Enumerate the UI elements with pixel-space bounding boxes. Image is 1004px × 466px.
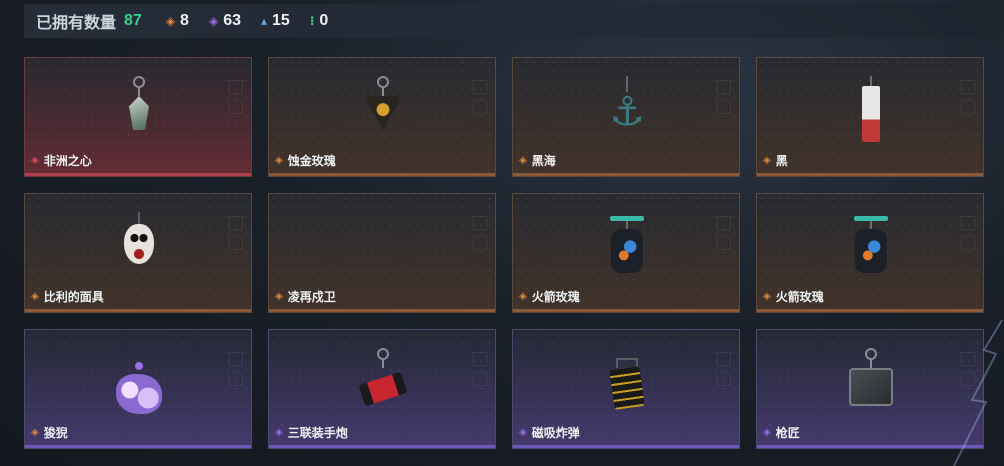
charm-label: ◈ 火箭玫瑰 <box>519 288 580 305</box>
charm-label: ◈ 非洲之心 <box>31 152 92 169</box>
rarity-gem-icon: ◈ <box>519 291 527 302</box>
charm-name: 枪匠 <box>775 426 800 440</box>
charm-label: ◈ 火箭玫瑰 <box>763 288 824 305</box>
rocket-rose-charm-icon <box>841 212 901 296</box>
gold-rose-charm-icon <box>353 76 413 160</box>
gunsmith-tag-charm-icon <box>841 348 901 432</box>
orange-gem-icon: ◈ <box>165 14 176 28</box>
charm-name: 磁吸炸弹 <box>531 426 580 440</box>
blue-gem-icon: ▴ <box>260 14 268 28</box>
rarity-gem-icon: ◈ <box>519 155 527 166</box>
rarity-gem-icon: ◈ <box>31 427 39 438</box>
charm-card[interactable]: ◈ 火箭玫瑰 <box>512 193 740 313</box>
rarity-gem-icon: ◈ <box>275 155 283 166</box>
lightning-decoration-icon <box>953 320 1003 466</box>
purple-gem-icon: ◈ <box>208 14 219 28</box>
charm-card[interactable]: ◈ 狻猊 <box>24 329 252 449</box>
charm-label: ◈ 磁吸炸弹 <box>519 424 580 441</box>
lion-charm-icon <box>109 348 169 432</box>
charm-card[interactable]: ◈ 火箭玫瑰 <box>756 193 984 313</box>
rarity-gem-icon: ◈ <box>519 427 527 438</box>
charm-name: 非洲之心 <box>43 154 92 168</box>
charm-grid: ◈ 非洲之心 ◈ 蚀金玫瑰 ⚓ ◈ 黑海 ◈ 黑 ◈ 比利的面具 ◈ 凌再戍卫 … <box>24 57 984 449</box>
rarity-gem-icon: ◈ <box>763 155 771 166</box>
charm-name: 比利的面具 <box>43 290 104 304</box>
charm-name: 火箭玫瑰 <box>531 290 580 304</box>
charm-name: 黑海 <box>531 154 556 168</box>
rarity-gem-icon: ◈ <box>763 291 771 302</box>
charm-name: 狻猊 <box>43 426 68 440</box>
inventory-summary-bar: 已拥有数量 87 ◈ 8 ◈ 63 ▴ 15 ⁝ 0 <box>24 4 998 38</box>
charm-label: ◈ 狻猊 <box>31 424 68 441</box>
green-gem-icon: ⁝ <box>309 14 315 28</box>
purple-rarity-count: ◈ 63 <box>209 12 241 30</box>
orange-count-value: 8 <box>180 12 189 29</box>
empty-charm-icon <box>353 212 413 296</box>
card-charm-icon <box>841 76 901 160</box>
charm-name: 火箭玫瑰 <box>775 290 824 304</box>
charm-card[interactable]: ◈ 非洲之心 <box>24 57 252 177</box>
charm-label: ◈ 三联装手炮 <box>275 424 348 441</box>
green-count-value: 0 <box>319 12 329 29</box>
charm-name: 黑 <box>775 154 788 168</box>
owned-count-label: 已拥有数量 <box>36 15 117 32</box>
charm-label: ◈ 蚀金玫瑰 <box>275 152 336 169</box>
charm-card[interactable]: ◈ 凌再戍卫 <box>268 193 496 313</box>
magnet-bomb-charm-icon <box>597 348 657 432</box>
heart-gem-charm-icon <box>109 76 169 160</box>
charm-card[interactable]: ◈ 蚀金玫瑰 <box>268 57 496 177</box>
rarity-gem-icon: ◈ <box>275 427 283 438</box>
charm-card[interactable]: ◈ 三联装手炮 <box>268 329 496 449</box>
blue-rarity-count: ▴ 15 <box>261 12 290 30</box>
charm-label: ◈ 比利的面具 <box>31 288 104 305</box>
rarity-gem-icon: ◈ <box>31 155 39 166</box>
charm-label: ◈ 凌再戍卫 <box>275 288 336 305</box>
owned-count-value: 87 <box>124 12 142 29</box>
hand-cannon-charm-icon <box>353 348 413 432</box>
charm-name: 凌再戍卫 <box>287 290 336 304</box>
charm-label: ◈ 枪匠 <box>763 424 800 441</box>
charm-label: ◈ 黑海 <box>519 152 556 169</box>
anchor-charm-icon: ⚓ <box>597 76 657 160</box>
charm-label: ◈ 黑 <box>763 152 788 169</box>
green-rarity-count: ⁝ 0 <box>310 12 328 30</box>
charm-card[interactable]: ◈ 磁吸炸弹 <box>512 329 740 449</box>
rarity-gem-icon: ◈ <box>275 291 283 302</box>
charm-name: 三联装手炮 <box>287 426 348 440</box>
orange-rarity-count: ◈ 8 <box>166 12 189 30</box>
rarity-gem-icon: ◈ <box>31 291 39 302</box>
charm-card[interactable]: ◈ 黑 <box>756 57 984 177</box>
charm-name: 蚀金玫瑰 <box>287 154 336 168</box>
blue-count-value: 15 <box>272 12 290 29</box>
charm-card[interactable]: ⚓ ◈ 黑海 <box>512 57 740 177</box>
rarity-gem-icon: ◈ <box>763 427 771 438</box>
mask-charm-icon <box>109 212 169 296</box>
purple-count-value: 63 <box>223 12 241 29</box>
rocket-rose-charm-icon <box>597 212 657 296</box>
charm-card[interactable]: ◈ 比利的面具 <box>24 193 252 313</box>
